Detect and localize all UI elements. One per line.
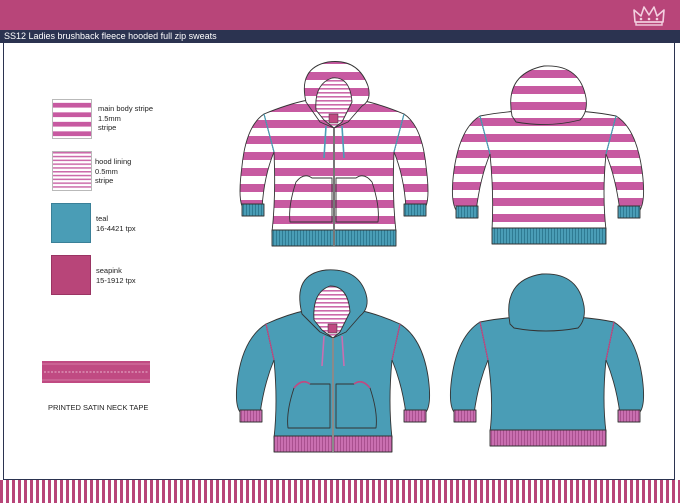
header-bar (0, 0, 680, 30)
seapink-label: seapink 15-1912 tpx (96, 266, 136, 285)
title-bar: SS12 Ladies brushback fleece hooded full… (0, 30, 680, 43)
teal-swatch (51, 203, 91, 243)
seapink-swatch (51, 255, 91, 295)
striped-hoodie-front (239, 61, 429, 247)
teal-hoodie-front (235, 269, 431, 453)
crown-icon (633, 6, 665, 26)
hood-lining-swatch (52, 151, 92, 191)
page-title: SS12 Ladies brushback fleece hooded full… (4, 31, 217, 41)
main-stripe-label: main body stripe 1.5mm stripe (98, 104, 154, 132)
hood-lining-label: hood lining 0.5mm stripe (95, 157, 132, 185)
striped-hoodie-back (451, 65, 645, 245)
neck-tape-label: PRINTED SATIN NECK TAPE (48, 403, 149, 412)
neck-tape-sample (42, 361, 150, 383)
footer-stripe-bar (0, 480, 680, 503)
teal-label: teal 16-4421 tpx (96, 214, 136, 233)
main-stripe-swatch (52, 99, 92, 139)
teal-hoodie-back (449, 273, 645, 447)
